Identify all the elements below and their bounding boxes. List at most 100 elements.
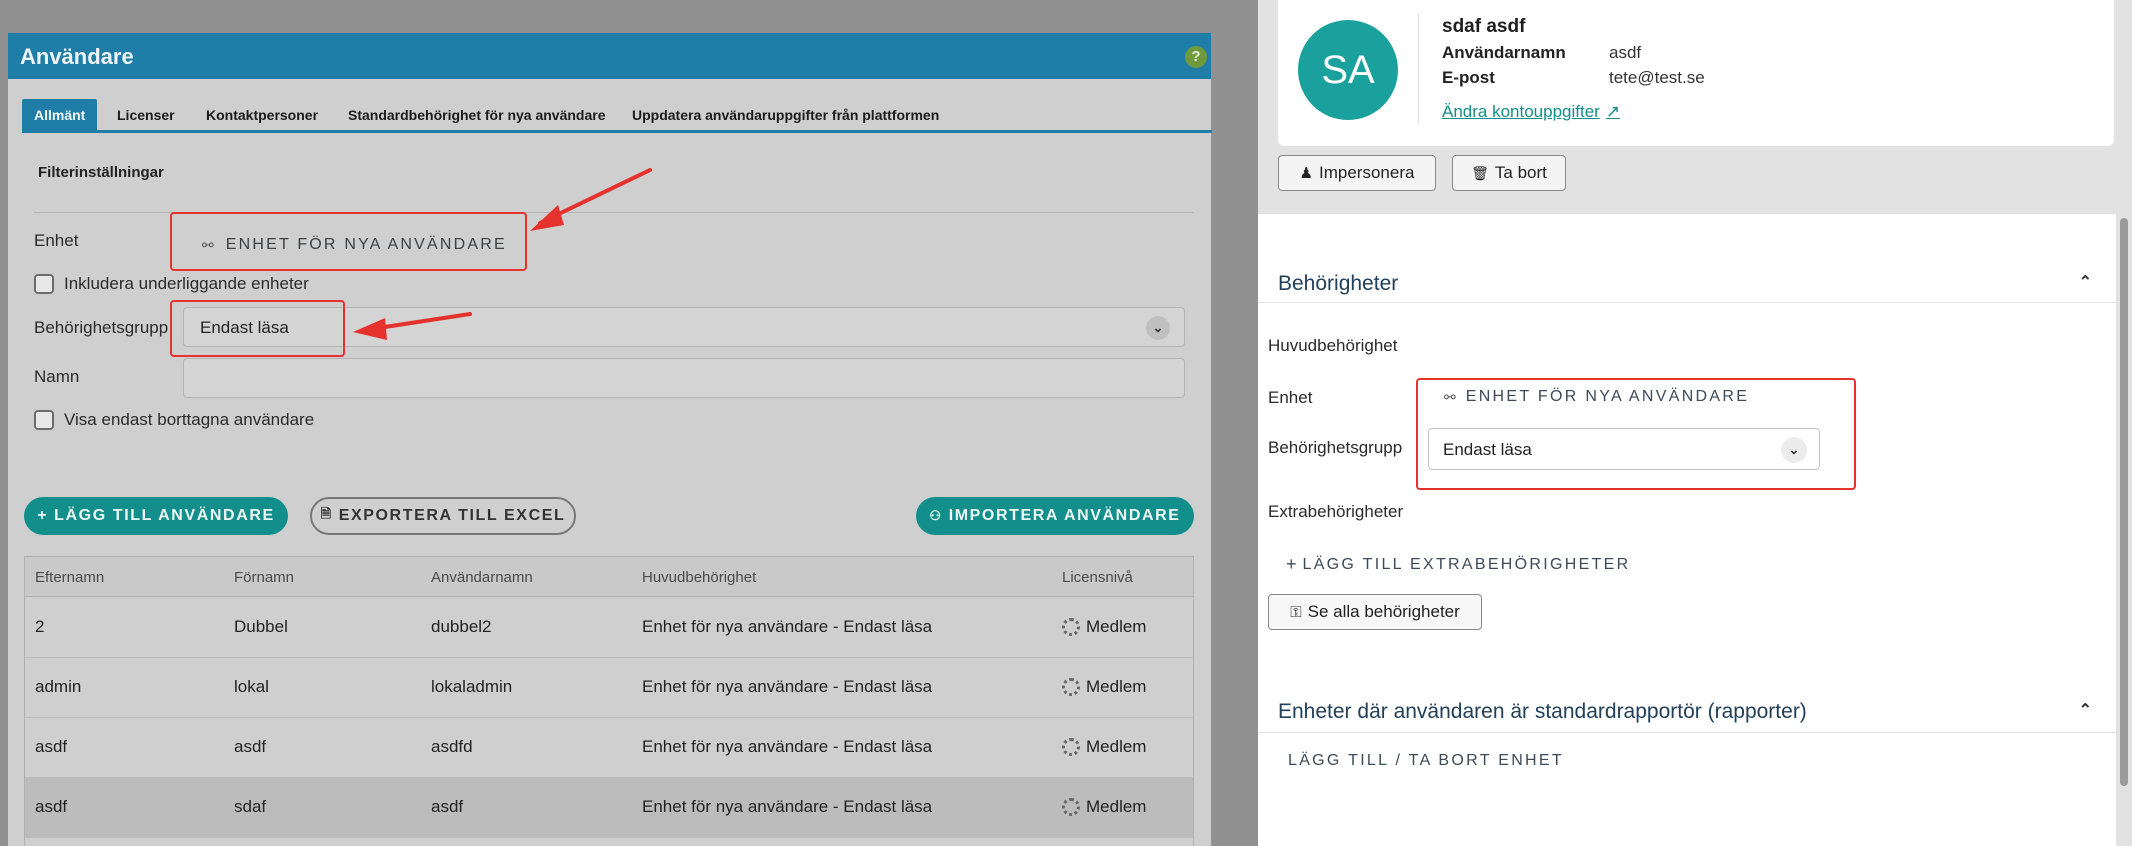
deleted-checkbox[interactable] [34, 410, 54, 430]
collapse-icon[interactable]: ⌃ [2079, 700, 2092, 720]
cell-licensniva: Medlem [1062, 677, 1146, 697]
account-link[interactable]: Ändra kontouppgifter ↗ [1442, 102, 1620, 122]
email-value: tete@test.se [1609, 68, 1705, 87]
page-title: Användare [20, 44, 134, 69]
profile-card: SA sdaf asdf Användarnamn asdf E-post te… [1278, 0, 2114, 146]
loading-icon [1062, 678, 1080, 696]
cell-anvandarnamn: asdf [431, 797, 464, 816]
users-table: Efternamn Förnamn Användarnamn Huvudbehö… [24, 556, 1194, 846]
user-detail-panel: SA sdaf asdf Användarnamn asdf E-post te… [1258, 0, 2132, 846]
cell-anvandarnamn: dubbel2 [431, 617, 492, 636]
permissions-title[interactable]: Behörigheter [1278, 272, 1398, 296]
permissions-panel: Behörigheter ⌃ Huvudbehörighet Enhet ⚯ E… [1258, 214, 2116, 846]
group-label: Behörighetsgrupp [1268, 438, 1403, 457]
table-header: Efternamn Förnamn Användarnamn Huvudbehö… [25, 557, 1193, 597]
panel-header: Användare ? [8, 33, 1211, 79]
tab-kontaktpersoner[interactable]: Kontaktpersoner [206, 99, 318, 132]
enhet-label: Enhet [34, 231, 79, 250]
cell-fornamn: Dubbel [234, 617, 288, 636]
collapse-icon[interactable]: ⌃ [2079, 272, 2092, 292]
name-input[interactable] [183, 358, 1185, 398]
col-huvudbehorighet[interactable]: Huvudbehörighet [642, 569, 756, 586]
name-label: Namn [34, 367, 80, 386]
add-remove-unit-button[interactable]: LÄGG TILL / TA BORT ENHET [1288, 752, 1564, 770]
col-anvandarnamn[interactable]: Användarnamn [431, 569, 533, 586]
table-row[interactable]: admin lokal lokaladmin Enhet för nya anv… [25, 658, 1193, 718]
person-icon: ♟ [1299, 165, 1313, 182]
export-label: EXPORTERA TILL EXCEL [338, 507, 566, 524]
tab-bar: Allmänt Licenser Kontaktpersoner Standar… [22, 97, 1212, 133]
cell-efternamn: asdf [35, 797, 68, 816]
reporter-title[interactable]: Enheter där användaren är standardrappor… [1278, 700, 1807, 724]
cell-huvudbehorighet: Enhet för nya användare - Endast läsa [642, 737, 933, 756]
loading-icon [1062, 738, 1080, 756]
file-icon: 🗎 [320, 506, 333, 521]
see-all-permissions-button[interactable]: ⚿ Se alla behörigheter [1268, 594, 1482, 630]
annotation-arrow-enhet [530, 168, 652, 231]
impersonate-label: Impersonera [1319, 163, 1415, 182]
help-icon[interactable]: ? [1185, 46, 1207, 68]
cell-huvudbehorighet: Enhet för nya användare - Endast läsa [642, 677, 933, 696]
import-label: IMPORTERA ANVÄNDARE [948, 507, 1181, 524]
avatar: SA [1298, 20, 1398, 120]
cell-efternamn: admin [35, 677, 82, 696]
add-user-label: LÄGG TILL ANVÄNDARE [54, 507, 275, 524]
table-row[interactable]: 2 Dubbel dubbel2 Enhet för nya användare… [25, 598, 1193, 658]
annotation-box-enhet [170, 212, 527, 271]
col-licensniva[interactable]: Licensnivå [1062, 569, 1133, 586]
tab-uppdatera[interactable]: Uppdatera användaruppgifter från plattfo… [632, 99, 939, 132]
license-text: Medlem [1086, 797, 1147, 816]
tab-allmant[interactable]: Allmänt [22, 99, 98, 132]
delete-label: Ta bort [1494, 163, 1547, 182]
license-text: Medlem [1086, 737, 1147, 756]
user-full-name: sdaf asdf [1442, 16, 1526, 37]
export-excel-button[interactable]: 🗎 EXPORTERA TILL EXCEL [310, 497, 576, 535]
annotation-box-group [170, 300, 345, 357]
col-fornamn[interactable]: Förnamn [234, 569, 294, 586]
main-perm-label: Huvudbehörighet [1268, 336, 1398, 355]
tab-licenser[interactable]: Licenser [117, 99, 175, 132]
chevron-down-icon: ⌄ [1146, 316, 1170, 340]
cell-fornamn: asdf [234, 737, 267, 756]
annotation-arrow-group [353, 312, 472, 340]
loading-icon [1062, 798, 1080, 816]
deleted-label: Visa endast borttagna användare [64, 410, 315, 429]
scrollbar[interactable] [2120, 218, 2128, 786]
add-extra-button[interactable]: + LÄGG TILL EXTRABEHÖRIGHETER [1286, 554, 1630, 575]
cell-licensniva: Medlem [1062, 617, 1146, 637]
delete-button[interactable]: 🗑 Ta bort [1452, 155, 1566, 191]
extra-perm-label: Extrabehörigheter [1268, 502, 1404, 521]
table-row[interactable]: asdf asdf asdfd Enhet för nya användare … [25, 718, 1193, 778]
users-icon: ⚇ [929, 508, 943, 523]
col-efternamn[interactable]: Efternamn [35, 569, 104, 586]
include-sub-checkbox[interactable] [34, 274, 54, 294]
import-users-button[interactable]: ⚇ IMPORTERA ANVÄNDARE [916, 497, 1194, 535]
loading-icon [1062, 618, 1080, 636]
account-link-text: Ändra kontouppgifter [1442, 102, 1600, 121]
add-extra-label: LÄGG TILL EXTRABEHÖRIGHETER [1302, 555, 1631, 573]
see-all-label: Se alla behörigheter [1307, 602, 1460, 621]
cell-huvudbehorighet: Enhet för nya användare - Endast läsa [642, 797, 933, 816]
divider [1418, 14, 1419, 124]
license-text: Medlem [1086, 617, 1147, 636]
cell-licensniva: Medlem [1062, 797, 1146, 817]
plus-icon: + [1286, 554, 1297, 574]
divider [1258, 732, 2116, 733]
email-label: E-post [1442, 68, 1495, 87]
cell-fornamn: lokal [234, 677, 269, 696]
divider [1258, 302, 2116, 303]
cell-fornamn: sdaf [234, 797, 267, 816]
tab-standardbehorighet[interactable]: Standardbehörighet för nya användare [348, 99, 606, 132]
table-row-selected[interactable]: asdf sdaf asdf Enhet för nya användare -… [25, 778, 1193, 838]
annotation-box-permissions [1416, 378, 1856, 490]
cell-anvandarnamn: asdfd [431, 737, 473, 756]
username-label: Användarnamn [1442, 43, 1566, 62]
trash-icon: 🗑 [1471, 164, 1489, 181]
cell-licensniva: Medlem [1062, 737, 1146, 757]
add-user-button[interactable]: + LÄGG TILL ANVÄNDARE [24, 497, 288, 535]
external-link-icon: ↗ [1605, 102, 1621, 121]
filter-heading: Filterinställningar [38, 164, 164, 181]
group-label: Behörighetsgrupp [34, 318, 169, 337]
enhet-label: Enhet [1268, 388, 1313, 407]
impersonate-button[interactable]: ♟ Impersonera [1278, 155, 1436, 191]
